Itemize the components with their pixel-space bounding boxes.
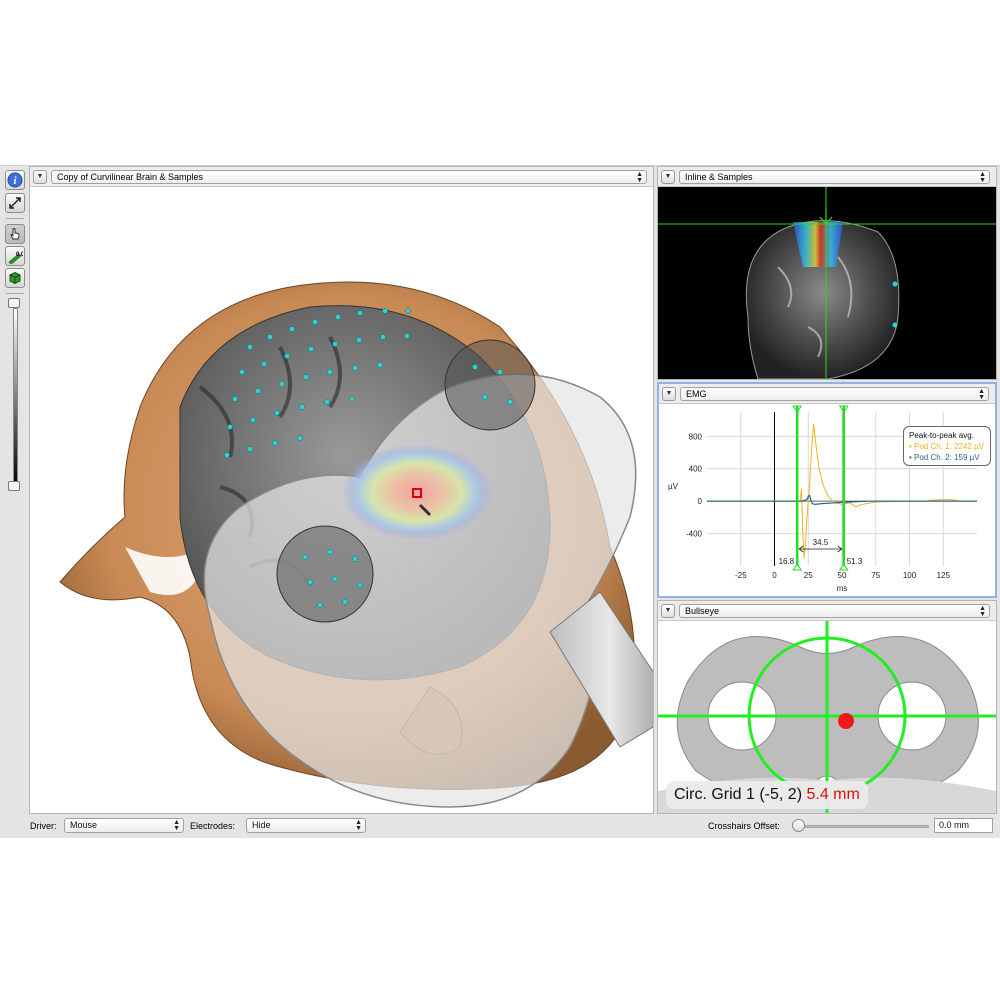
x-tick-label: 0 — [772, 571, 777, 580]
driver-label: Driver: — [30, 821, 57, 831]
select-arrows-icon: ▲ ▼ — [978, 388, 985, 401]
electrodes-select[interactable]: Hide ▲ ▼ — [246, 818, 366, 833]
x-tick-label: 125 — [937, 571, 951, 580]
select-arrows-icon: ▲ ▼ — [979, 605, 986, 618]
bullseye-canvas[interactable]: Circ. Grid 1 (-5, 2) 5.4 mm — [658, 621, 996, 813]
y-axis-label: µV — [668, 482, 679, 491]
pointer-tool-button[interactable] — [5, 224, 25, 244]
info-button[interactable]: i — [5, 170, 25, 190]
bullseye-panel: ▼ Bullseye ▲ ▼ Circ. Grid 1 (-5, 2) 5.4 m… — [657, 600, 997, 814]
panel-menu-button[interactable]: ▼ — [661, 604, 675, 618]
window-level-bottom-handle[interactable] — [8, 481, 20, 491]
panel-header: ▼ Copy of Curvilinear Brain & Samples ▲ ▼ — [30, 167, 653, 187]
window-level-slider[interactable] — [13, 308, 18, 488]
window-handle-icon — [792, 563, 803, 571]
crosshairs-offset-knob[interactable] — [792, 819, 805, 832]
x-tick-label: 75 — [871, 571, 880, 580]
view-select[interactable]: Inline & Samples ▲ ▼ — [679, 170, 990, 184]
select-arrows-icon: ▲ ▼ — [979, 171, 986, 184]
x-tick-label: 25 — [804, 571, 813, 580]
panel-menu-button[interactable]: ▼ — [661, 170, 675, 184]
ruler-tool-button[interactable]: 0.0 — [5, 246, 25, 266]
window-width-label: 34.5 — [813, 538, 829, 547]
panel-header: ▼ Inline & Samples ▲ ▼ — [658, 167, 996, 187]
x-tick-label: 50 — [838, 571, 847, 580]
bottom-bar: Driver: Mouse ▲ ▼ Electrodes: Hide ▲ ▼ Cro… — [0, 814, 1000, 838]
application-window: i 0.0 ▼ Copy of Curvilinear Brain & Samp… — [0, 165, 1000, 838]
info-icon: i — [7, 172, 23, 188]
grid-position-label: Circ. Grid 1 (-5, 2) 5.4 mm — [666, 781, 868, 809]
distance-text: 5.4 mm — [806, 786, 860, 803]
y-tick-label: 800 — [689, 432, 703, 441]
expand-icon — [9, 197, 21, 209]
viewer-3d-panel: ▼ Copy of Curvilinear Brain & Samples ▲ ▼ — [29, 166, 654, 814]
grid-position-text: Circ. Grid 1 (-5, 2) — [674, 786, 803, 803]
emg-plot-area[interactable]: -25 0 25 50 75 100 125 -400 0 400 800 ms µV 34.5 16.8 5… — [659, 404, 995, 596]
cube-icon — [9, 271, 21, 285]
crosshairs-offset-field[interactable]: 0.0 mm — [934, 818, 993, 833]
electrodes-value: Hide — [252, 820, 271, 830]
view-select[interactable]: Bullseye ▲ ▼ — [679, 604, 990, 618]
select-arrows-icon: ▲ ▼ — [173, 819, 180, 832]
target-marker — [838, 713, 854, 729]
electrodes-label: Electrodes: — [190, 821, 236, 831]
view-select-label: Inline & Samples — [685, 172, 753, 182]
y-tick-label: -400 — [686, 530, 703, 539]
view-select[interactable]: Copy of Curvilinear Brain & Samples ▲ ▼ — [51, 170, 647, 184]
panel-menu-button[interactable]: ▼ — [33, 170, 47, 184]
panel-header: ▼ EMG ▲ ▼ — [659, 384, 995, 404]
driver-value: Mouse — [70, 820, 98, 830]
view-select[interactable]: EMG ▲ ▼ — [680, 387, 989, 401]
stimulation-heatmap — [342, 444, 492, 540]
x-axis-label: ms — [837, 584, 848, 593]
panel-menu-button[interactable]: ▼ — [662, 387, 676, 401]
toolbar-divider — [6, 218, 24, 219]
y-tick-label: 400 — [689, 465, 703, 474]
left-toolbar: i 0.0 — [2, 168, 28, 813]
inline-view-canvas[interactable] — [658, 187, 996, 379]
expand-view-button[interactable] — [5, 193, 25, 213]
viewer-3d-canvas[interactable] — [30, 187, 653, 813]
panel-header: ▼ Bullseye ▲ ▼ — [658, 601, 996, 621]
inline-view-panel: ▼ Inline & Samples ▲ ▼ — [657, 166, 997, 380]
view-select-label: Bullseye — [685, 606, 720, 616]
svg-text:0.0: 0.0 — [16, 252, 23, 258]
view-select-label: EMG — [686, 389, 707, 399]
y-tick-label: 0 — [698, 497, 703, 506]
legend-entry-ch1: • Pod Ch. 1: 2242 µV — [909, 442, 985, 451]
driver-select[interactable]: Mouse ▲ ▼ — [64, 818, 184, 833]
window-level-top-handle[interactable] — [8, 298, 20, 308]
brain-3d-render — [59, 281, 653, 808]
ruler-icon: 0.0 — [8, 252, 23, 264]
x-tick-label: 100 — [903, 571, 917, 580]
crosshairs-offset-label: Crosshairs Offset: — [708, 821, 780, 831]
x-tick-label: -25 — [735, 571, 747, 580]
mri-slice-render — [658, 187, 996, 379]
view-select-label: Copy of Curvilinear Brain & Samples — [57, 172, 204, 182]
emg-legend: Peak-to-peak avg. • Pod Ch. 1: 2242 µV •… — [903, 426, 991, 466]
legend-entry-ch2: • Pod Ch. 2: 159 µV — [909, 453, 980, 462]
toolbar-divider — [6, 293, 24, 294]
select-arrows-icon: ▲ ▼ — [355, 819, 362, 832]
crosshairs-offset-slider[interactable] — [797, 825, 929, 828]
cube-tool-button[interactable] — [5, 268, 25, 288]
window-end-label: 51.3 — [847, 557, 863, 566]
hand-pointer-icon — [10, 228, 20, 240]
window-start-label: 16.8 — [779, 557, 795, 566]
emg-panel: ▼ EMG ▲ ▼ -25 0 25 50 75 100 125 -400 0 400 800 ms µV… — [657, 382, 997, 598]
legend-title: Peak-to-peak avg. — [909, 431, 974, 440]
select-arrows-icon: ▲ ▼ — [636, 171, 643, 184]
